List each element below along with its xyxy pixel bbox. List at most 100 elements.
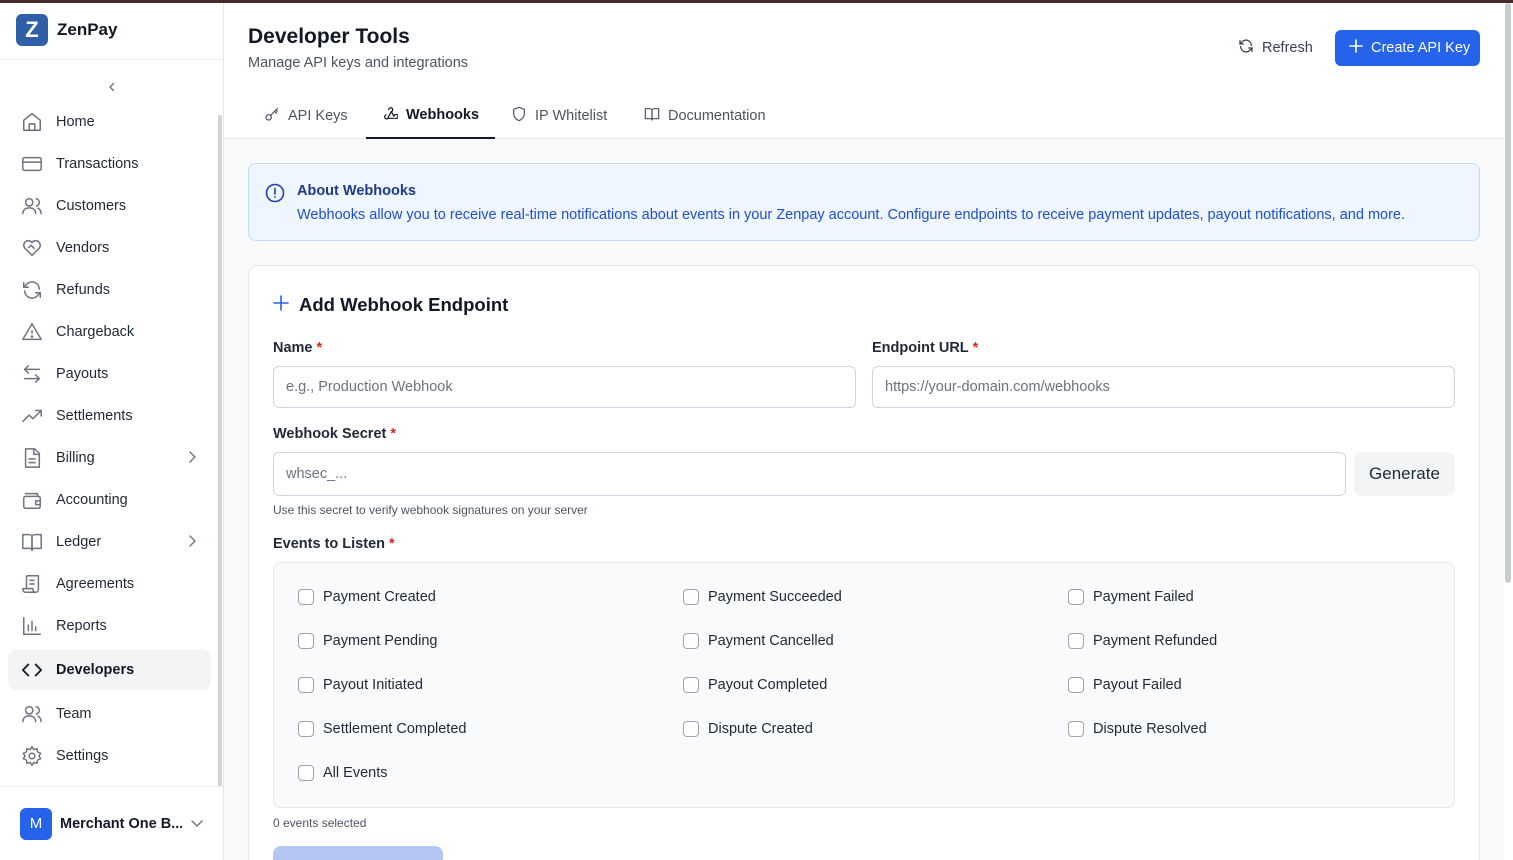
sidebar-item-chargeback[interactable]: Chargeback <box>8 311 211 353</box>
endpoint-url-input[interactable] <box>872 366 1455 408</box>
checkbox[interactable] <box>683 721 699 737</box>
sidebar-item-label: Settlements <box>56 408 133 424</box>
sidebar-item-billing[interactable]: Billing <box>8 437 211 479</box>
sidebar-item-reports[interactable]: Reports <box>8 605 211 647</box>
event-payout-failed[interactable]: Payout Failed <box>1068 677 1182 693</box>
event-payment-pending[interactable]: Payment Pending <box>298 633 437 649</box>
sidebar-item-label: Refunds <box>56 282 111 298</box>
trending-up-icon <box>20 404 44 428</box>
webhook-secret-input[interactable] <box>273 452 1346 496</box>
collapse-sidebar-button[interactable] <box>104 79 120 95</box>
create-api-key-button[interactable]: Create API Key <box>1335 30 1480 66</box>
event-label: Payment Succeeded <box>708 589 842 605</box>
events-label: Events to Listen * <box>273 536 395 552</box>
sidebar-item-payouts[interactable]: Payouts <box>8 353 211 395</box>
sidebar-item-label: Settings <box>56 748 109 764</box>
checkbox[interactable] <box>1068 589 1084 605</box>
add-endpoint-button[interactable] <box>273 846 443 860</box>
book-icon <box>644 106 660 126</box>
sidebar-item-home[interactable]: Home <box>8 101 211 143</box>
sidebar-item-settings[interactable]: Settings <box>8 735 211 777</box>
sidebar-item-customers[interactable]: Customers <box>8 185 211 227</box>
required-mark: * <box>389 536 395 552</box>
tab-api-keys[interactable]: API Keys <box>248 92 364 139</box>
event-settlement-completed[interactable]: Settlement Completed <box>298 721 466 737</box>
checkbox[interactable] <box>1068 633 1084 649</box>
checkbox[interactable] <box>683 589 699 605</box>
refresh-button[interactable]: Refresh <box>1228 31 1323 65</box>
sidebar-item-transactions[interactable]: Transactions <box>8 143 211 185</box>
sidebar-item-label: Payouts <box>56 366 109 382</box>
name-label: Name * <box>273 340 322 356</box>
sidebar-item-team[interactable]: Team <box>8 693 211 735</box>
tab-label: API Keys <box>288 107 348 124</box>
sidebar-item-accounting[interactable]: Accounting <box>8 479 211 521</box>
required-mark: * <box>316 340 323 356</box>
checkbox[interactable] <box>298 633 314 649</box>
chevron-left-icon <box>109 82 115 92</box>
sidebar-item-ledger[interactable]: Ledger <box>8 521 211 563</box>
checkbox[interactable] <box>298 677 314 693</box>
secret-hint: Use this secret to verify webhook signat… <box>273 503 588 517</box>
event-dispute-resolved[interactable]: Dispute Resolved <box>1068 721 1207 737</box>
checkbox[interactable] <box>683 677 699 693</box>
sidebar-item-label: Transactions <box>56 156 139 172</box>
refresh-icon <box>1238 38 1254 58</box>
name-input[interactable] <box>273 366 856 408</box>
chevron-right-icon <box>187 450 197 468</box>
refresh-icon <box>20 278 44 302</box>
sidebar-item-label: Reports <box>56 618 107 634</box>
key-icon <box>264 106 280 126</box>
required-mark: * <box>390 426 397 442</box>
checkbox[interactable] <box>298 589 314 605</box>
tab-documentation[interactable]: Documentation <box>628 92 782 139</box>
event-payment-cancelled[interactable]: Payment Cancelled <box>683 633 834 649</box>
event-label: Payment Cancelled <box>708 633 834 649</box>
event-label: Payout Failed <box>1093 677 1182 693</box>
account-switcher[interactable]: M Merchant One B... <box>0 786 223 860</box>
event-dispute-created[interactable]: Dispute Created <box>683 721 813 737</box>
checkbox[interactable] <box>1068 677 1084 693</box>
events-list: Payment Created Payment Succeeded Paymen… <box>273 562 1455 808</box>
brand[interactable]: Z ZenPay <box>16 14 117 46</box>
info-text: Webhooks allow you to receive real-time … <box>297 207 1406 223</box>
event-label: Payment Created <box>323 589 436 605</box>
users-icon <box>20 702 44 726</box>
checkbox[interactable] <box>298 765 314 781</box>
checkbox[interactable] <box>683 633 699 649</box>
page-scrollbar[interactable] <box>1504 3 1513 860</box>
wallet-icon <box>20 488 44 512</box>
event-payment-created[interactable]: Payment Created <box>298 589 436 605</box>
sidebar-item-vendors[interactable]: Vendors <box>8 227 211 269</box>
users-icon <box>20 194 44 218</box>
checkbox[interactable] <box>1068 721 1084 737</box>
shield-icon <box>511 106 527 126</box>
event-payment-refunded[interactable]: Payment Refunded <box>1068 633 1217 649</box>
checkbox[interactable] <box>298 721 314 737</box>
sidebar-item-label: Customers <box>56 198 127 214</box>
webhook-icon <box>382 105 399 125</box>
zenpay-logo: Z <box>16 14 48 46</box>
sidebar-item-label: Home <box>56 114 95 130</box>
event-payout-completed[interactable]: Payout Completed <box>683 677 827 693</box>
sidebar-item-developers[interactable]: Developers <box>8 650 211 690</box>
tab-label: Webhooks <box>406 106 480 123</box>
page-scrollbar-thumb[interactable] <box>1505 3 1511 583</box>
event-payment-failed[interactable]: Payment Failed <box>1068 589 1194 605</box>
sidebar-item-label: Developers <box>56 662 135 678</box>
bar-chart-icon <box>20 614 44 638</box>
sidebar-item-agreements[interactable]: Agreements <box>8 563 211 605</box>
event-label: Payment Refunded <box>1093 633 1218 649</box>
tab-webhooks[interactable]: Webhooks <box>366 92 496 139</box>
sidebar-scrollbar[interactable] <box>218 115 222 787</box>
event-all-events[interactable]: All Events <box>298 765 387 781</box>
endpoint-url-label-text: Endpoint URL <box>872 340 969 356</box>
event-payout-initiated[interactable]: Payout Initiated <box>298 677 423 693</box>
generate-secret-button[interactable]: Generate <box>1354 452 1455 496</box>
endpoint-url-label: Endpoint URL * <box>872 340 978 356</box>
event-payment-succeeded[interactable]: Payment Succeeded <box>683 589 842 605</box>
sidebar-item-settlements[interactable]: Settlements <box>8 395 211 437</box>
sidebar-item-refunds[interactable]: Refunds <box>8 269 211 311</box>
tab-ip-whitelist[interactable]: IP Whitelist <box>495 92 623 139</box>
sidebar-item-label: Chargeback <box>56 324 135 340</box>
